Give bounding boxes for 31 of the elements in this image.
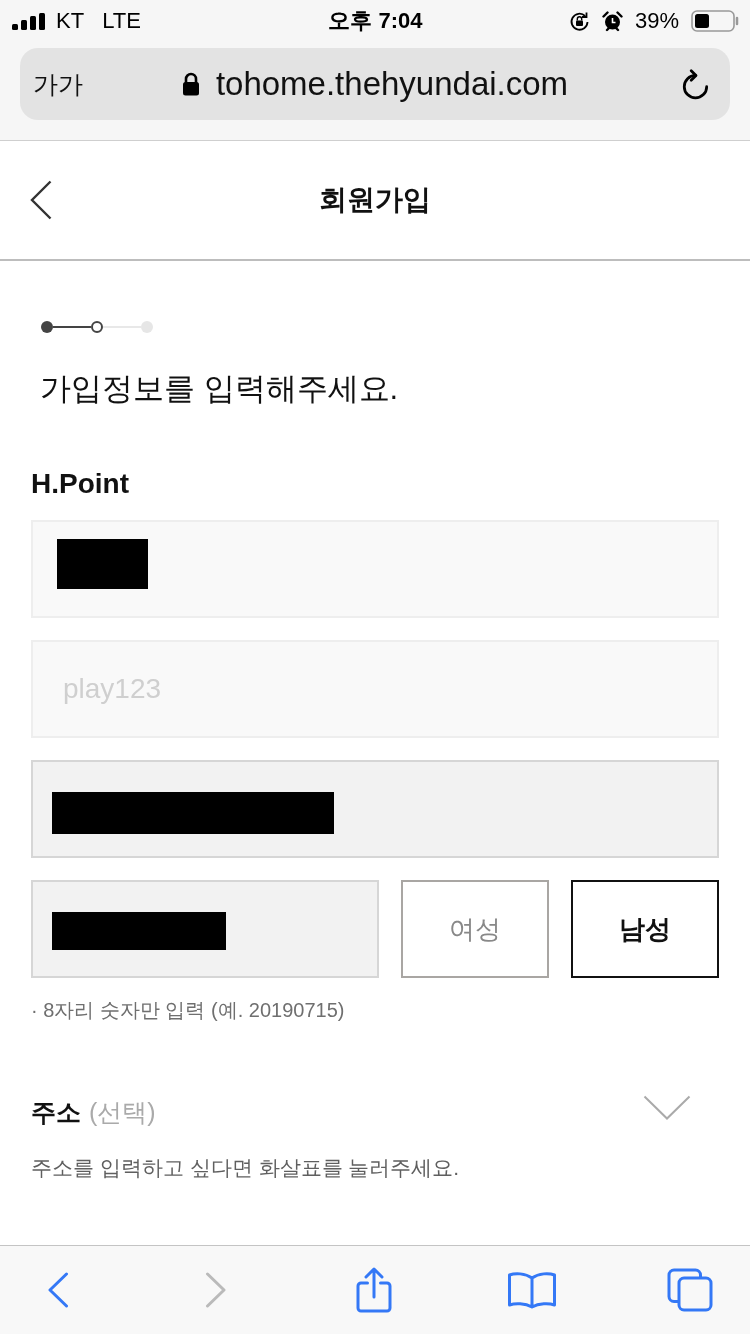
address-title: 주소 — [31, 1096, 81, 1128]
orientation-lock-icon — [568, 10, 590, 32]
chevron-down-icon[interactable] — [643, 1094, 691, 1120]
address-hint: 주소를 입력하고 싶다면 화살표를 눌러주세요. — [31, 1155, 460, 1181]
chevron-left-icon[interactable] — [29, 180, 53, 220]
share-icon[interactable] — [355, 1266, 393, 1314]
form-heading: 가입정보를 입력해주세요. — [40, 370, 399, 408]
signal-bars-icon — [12, 12, 46, 30]
reload-icon[interactable] — [681, 68, 711, 100]
gender-button[interactable]: 남성 — [571, 880, 719, 978]
overlapping-squares-icon[interactable] — [667, 1268, 713, 1312]
address-bar[interactable]: 가가 tohome.thehyundai.com — [20, 48, 730, 120]
text-size-button[interactable]: 가가 — [33, 67, 83, 101]
url-text: tohome.thehyundai.com — [215, 65, 569, 103]
input-field[interactable] — [31, 520, 719, 618]
carrier-text: KT — [56, 8, 85, 34]
battery-icon — [691, 10, 739, 32]
padlock-icon — [181, 72, 200, 96]
open-book-icon[interactable] — [507, 1271, 557, 1309]
clock-text: 오후 7:04 — [328, 7, 423, 35]
battery-percent-text: 39% — [634, 8, 679, 34]
input-field[interactable] — [31, 760, 719, 858]
birthdate-hint: · 8자리 숫자만 입력 (예. 20190715) — [31, 998, 345, 1023]
section-title: H.Point — [31, 467, 129, 501]
input-field[interactable] — [31, 880, 379, 978]
page-title: 회원가입 — [319, 183, 431, 217]
gender-button[interactable]: 여성 — [401, 880, 549, 978]
network-text: LTE — [102, 8, 141, 34]
step-connector — [53, 326, 91, 328]
alarm-clock-icon — [601, 10, 623, 32]
optional-label: (선택) — [89, 1096, 156, 1128]
